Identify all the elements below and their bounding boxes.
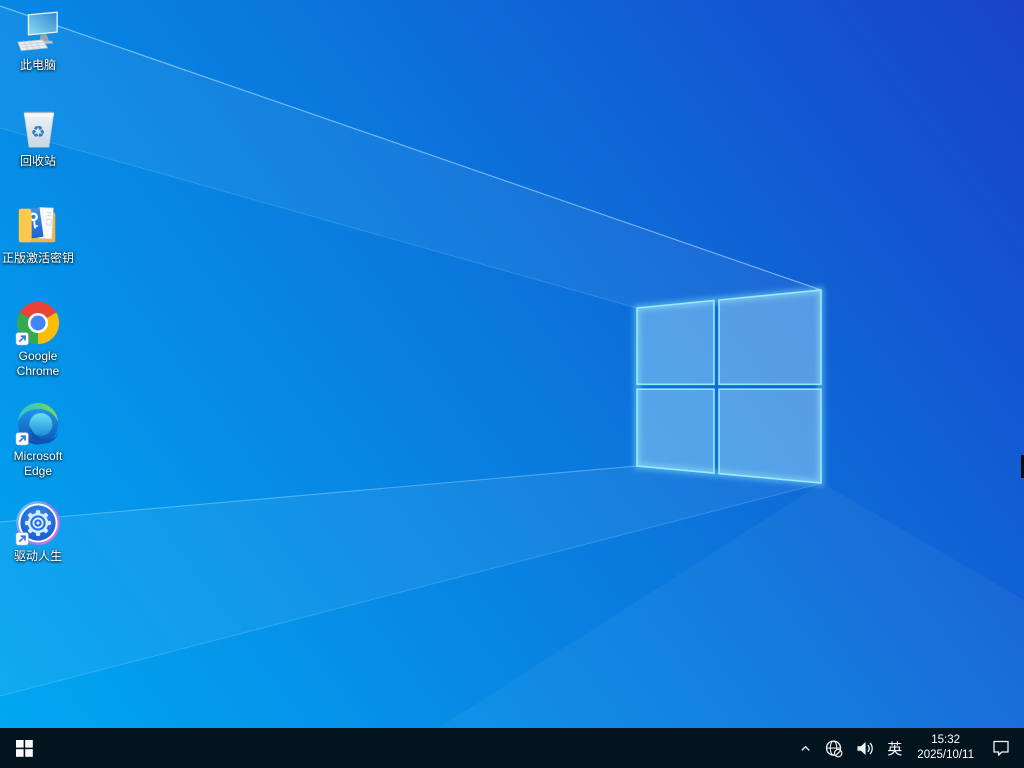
desktop-icon-label: 此电脑: [19, 58, 56, 72]
taskbar: 英 15:32 2025/10/11: [0, 728, 1024, 768]
taskbar-clock[interactable]: 15:32 2025/10/11: [909, 733, 982, 763]
windows-start-icon: [15, 739, 33, 757]
desktop-icon-recycle-bin[interactable]: ♻ 回收站: [0, 105, 76, 169]
volume-button[interactable]: [849, 728, 880, 768]
driver-life-icon: [15, 501, 60, 546]
google-chrome-icon: [15, 301, 60, 346]
desktop-icon-label: Microsoft Edge: [13, 449, 63, 478]
network-status-button[interactable]: [818, 728, 849, 768]
shortcut-arrow-badge: [15, 432, 29, 446]
desktop-icon-label: 正版激活密钥: [1, 251, 74, 265]
this-pc-icon: [17, 11, 58, 52]
shortcut-arrow-badge: [15, 332, 29, 346]
svg-text:♻: ♻: [31, 123, 46, 142]
notification-bubble-icon: [993, 740, 1009, 756]
action-center-button[interactable]: [982, 728, 1024, 768]
clock-time: 15:32: [931, 734, 961, 747]
wallpaper-image: [0, 0, 1024, 768]
system-tray: 英 15:32 2025/10/11: [793, 728, 1024, 768]
ime-label: 英: [887, 740, 903, 758]
ime-language-indicator[interactable]: 英: [880, 728, 909, 768]
recycle-bin-icon: ♻: [23, 111, 55, 148]
desktop-icon-this-pc[interactable]: 此电脑: [0, 9, 76, 73]
desktop-icon-label: Google Chrome: [16, 349, 60, 378]
desktop-icon-activation-key[interactable]: 正版激活密钥: [0, 202, 76, 266]
desktop-icon-driver-life[interactable]: 驱动人生: [0, 500, 76, 564]
microsoft-edge-icon: [15, 402, 59, 446]
speaker-icon: [857, 741, 874, 755]
start-button[interactable]: [0, 728, 48, 768]
desktop-icon-label: 回收站: [19, 154, 56, 168]
globe-no-internet-icon: [826, 739, 843, 757]
desktop: 此电脑 ♻ 回收站 正版激活密钥 Google Chrome Microsoft…: [0, 0, 1024, 768]
shortcut-arrow-badge: [15, 532, 29, 546]
desktop-icon-chrome[interactable]: Google Chrome: [0, 300, 76, 379]
activation-key-folder-icon: [18, 207, 56, 243]
desktop-icon-edge[interactable]: Microsoft Edge: [0, 400, 76, 479]
clock-date: 2025/10/11: [917, 749, 974, 761]
desktop-icon-label: 驱动人生: [13, 549, 62, 563]
show-hidden-icons-button[interactable]: [793, 728, 818, 768]
chevron-up-icon: [801, 745, 810, 751]
